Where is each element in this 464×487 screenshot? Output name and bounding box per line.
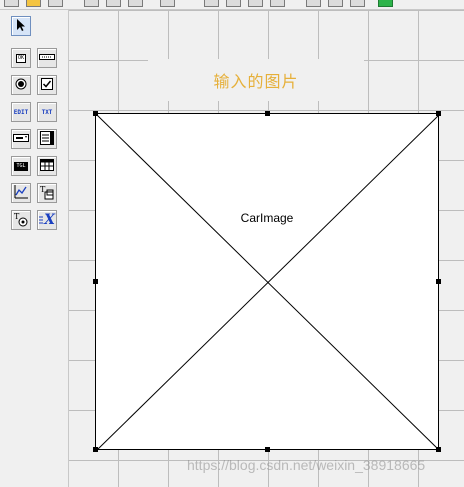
input-bar-icon	[39, 54, 55, 62]
edit-icon: EDIT	[13, 108, 29, 116]
resize-handle-top-left[interactable]	[93, 111, 98, 116]
toolbar-page-icon[interactable]	[226, 0, 241, 7]
resize-handle-bottom-right[interactable]	[436, 447, 441, 452]
x-icon: X	[39, 212, 55, 228]
edit-tool[interactable]: EDIT	[11, 102, 31, 122]
arrow-pointer-icon	[16, 18, 26, 34]
toolbar-align-icon[interactable]	[204, 0, 219, 7]
text-icon: TXT	[41, 108, 53, 116]
list-icon	[40, 131, 54, 147]
text-image-tool[interactable]: T	[11, 210, 31, 230]
toolbar-window-icon[interactable]	[270, 0, 285, 7]
resize-handle-bottom[interactable]	[265, 447, 270, 452]
tab-tool[interactable]: T	[37, 183, 57, 203]
toolbar-new-icon[interactable]	[4, 0, 19, 7]
resize-handle-top[interactable]	[265, 111, 270, 116]
ok-button-icon: OK	[15, 53, 27, 63]
ok-button-tool[interactable]: OK	[11, 48, 31, 68]
table-icon	[40, 159, 54, 173]
toolbar-layout-icon[interactable]	[248, 0, 263, 7]
x-script-tool[interactable]: X	[37, 210, 57, 230]
toolbar	[0, 0, 464, 10]
text-image-icon: T	[14, 212, 28, 227]
toolbar-paste-icon[interactable]	[128, 0, 143, 7]
car-image-placeholder[interactable]: CarImage	[95, 113, 440, 451]
resize-handle-bottom-left[interactable]	[93, 447, 98, 452]
toolbar-print-icon[interactable]	[306, 0, 321, 7]
spin-icon	[13, 134, 29, 144]
spin-tool[interactable]	[11, 129, 31, 149]
radio-tool[interactable]	[11, 75, 31, 95]
title-label[interactable]: 输入的图片	[148, 59, 364, 101]
image-placeholder-cross-icon	[96, 114, 440, 451]
toolbar-cut-icon[interactable]	[84, 0, 99, 7]
control-palette: OK EDIT TXT TGL T T X	[0, 10, 69, 487]
input-field-tool[interactable]	[37, 48, 57, 68]
toggle-icon: TGL	[14, 161, 28, 171]
toolbar-undo-icon[interactable]	[160, 0, 175, 7]
resize-handle-right[interactable]	[436, 279, 441, 284]
toolbar-preview-icon[interactable]	[328, 0, 343, 7]
list-tool[interactable]	[37, 129, 57, 149]
resize-handle-top-right[interactable]	[436, 111, 441, 116]
watermark: https://blog.csdn.net/weixin_38918665	[187, 457, 426, 473]
toolbar-save-icon[interactable]	[48, 0, 63, 7]
x-icon-letter: X	[44, 212, 55, 228]
toolbar-run-icon[interactable]	[378, 0, 393, 7]
toolbar-open-icon[interactable]	[26, 0, 41, 7]
table-tool[interactable]	[37, 156, 57, 176]
checkbox-icon	[41, 78, 53, 92]
radio-icon	[15, 78, 27, 92]
text-tool[interactable]: TXT	[37, 102, 57, 122]
tab-icon: T	[40, 185, 54, 200]
checkbox-tool[interactable]	[37, 75, 57, 95]
graph-icon	[14, 185, 28, 201]
toggle-tool[interactable]: TGL	[11, 156, 31, 176]
toolbar-copy-icon[interactable]	[106, 0, 121, 7]
pointer-tool-button[interactable]	[11, 16, 31, 36]
graph-tool[interactable]	[11, 183, 31, 203]
toolbar-debug-icon[interactable]	[350, 0, 365, 7]
image-name-label: CarImage	[240, 211, 294, 225]
resize-handle-left[interactable]	[93, 279, 98, 284]
